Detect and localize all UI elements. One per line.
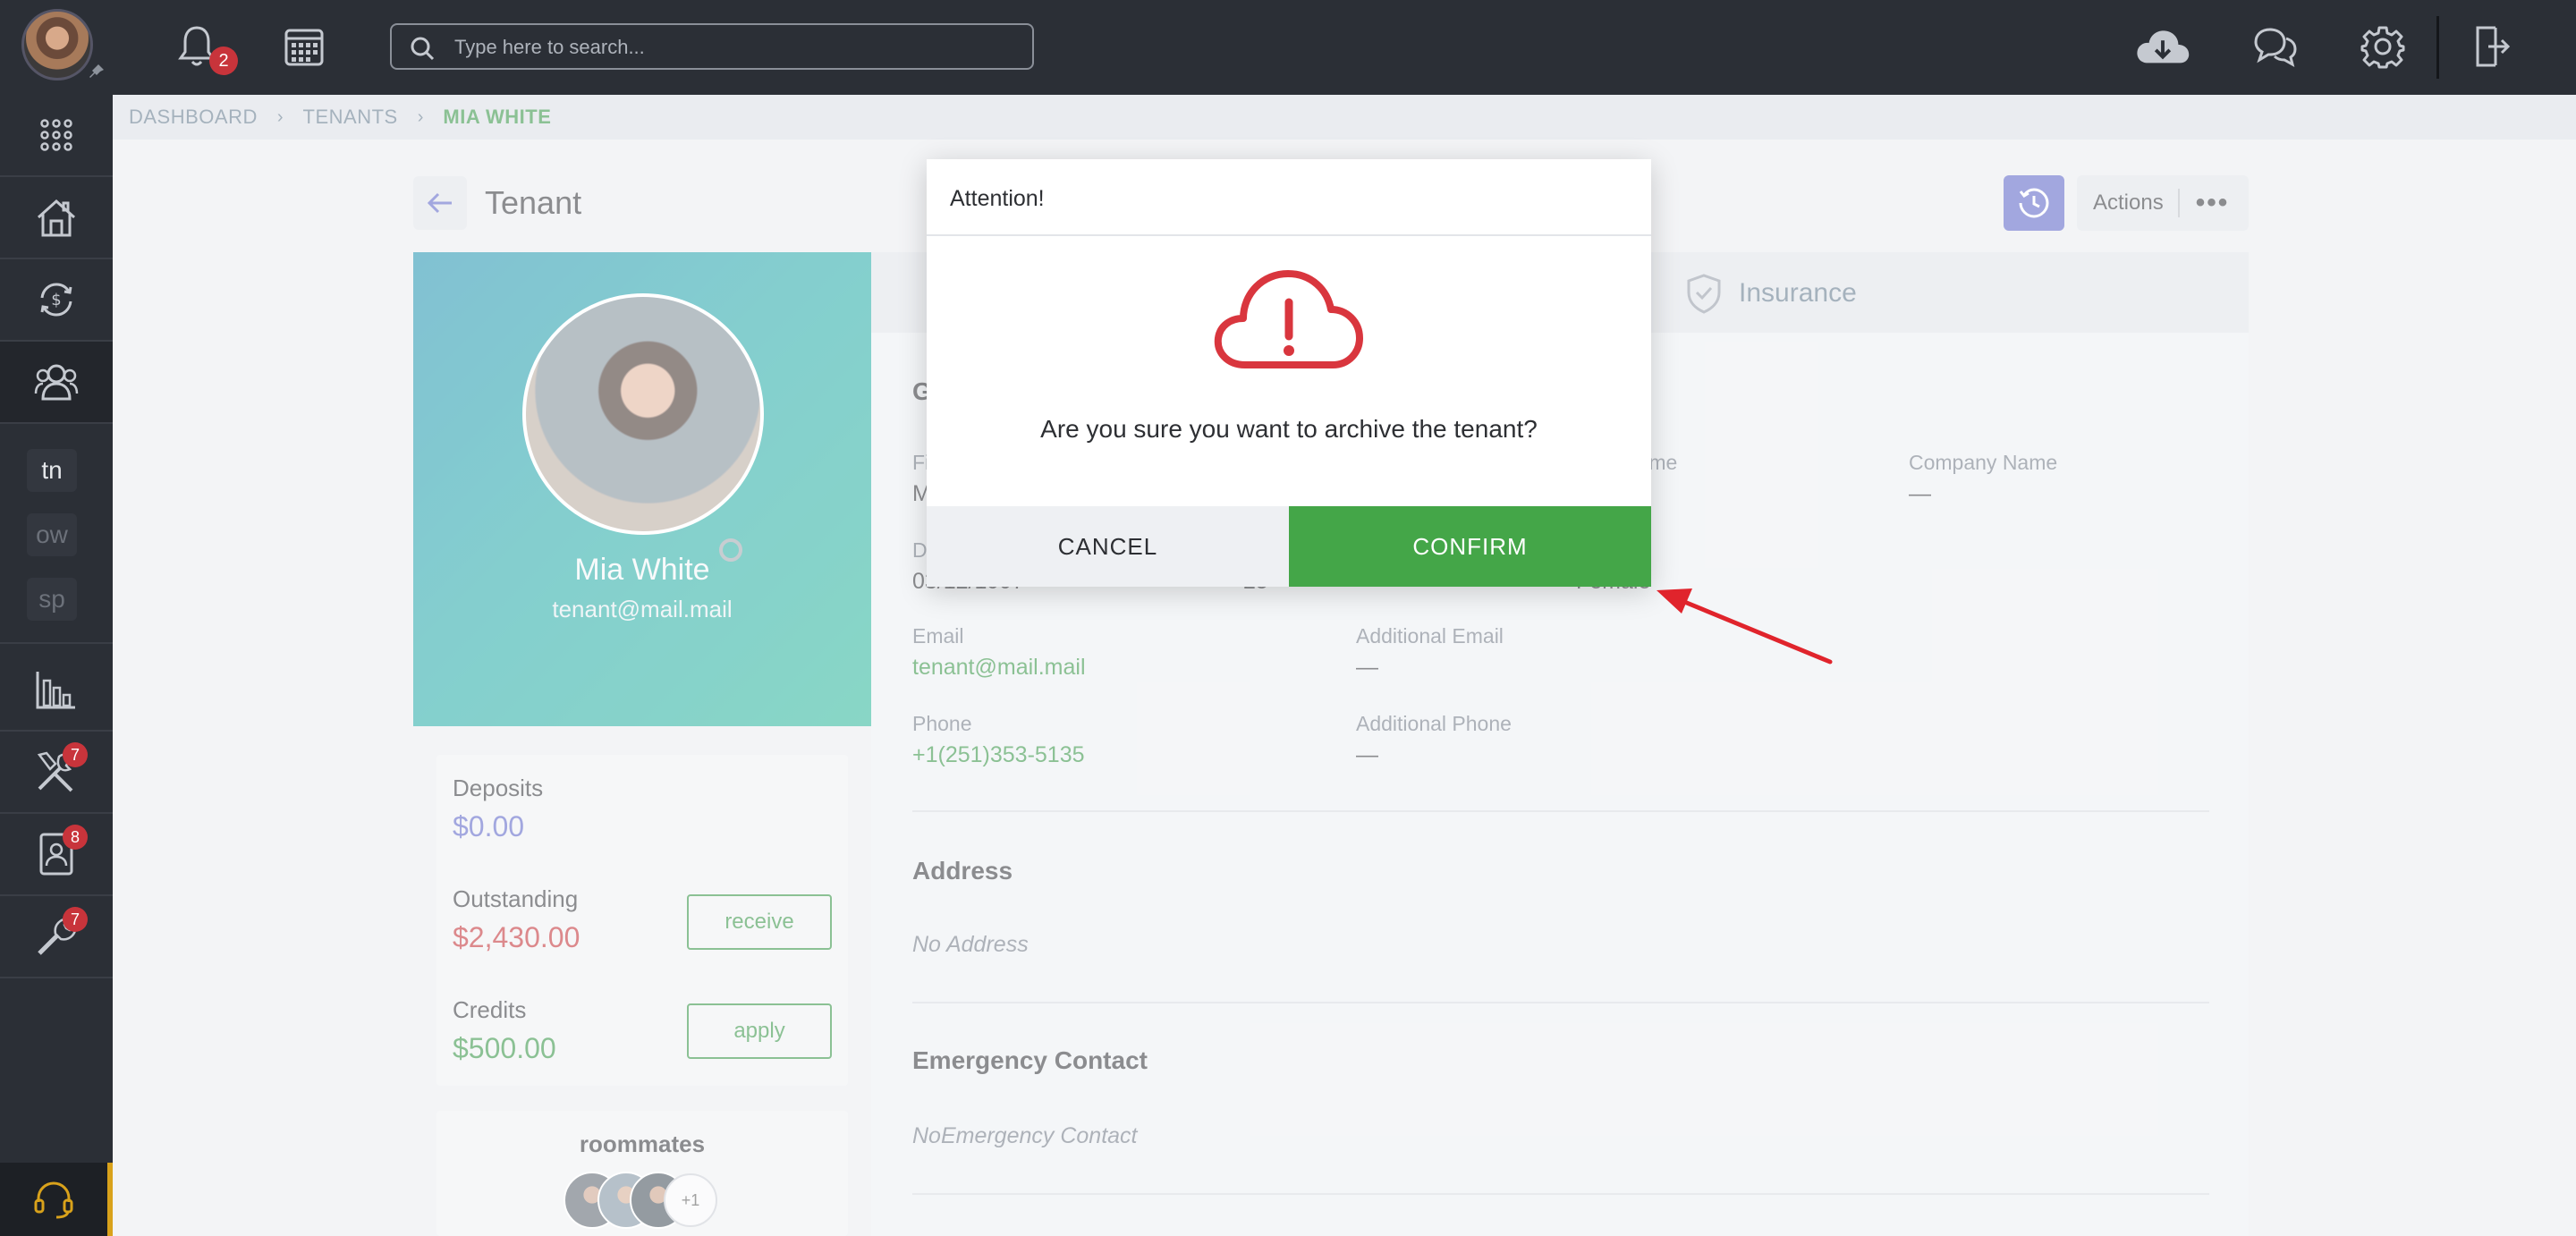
chat-icon	[2254, 28, 2297, 67]
cancel-button[interactable]: CANCEL	[927, 506, 1289, 587]
notifications-button[interactable]: 2	[170, 20, 238, 75]
sidebar-item-reports[interactable]	[0, 649, 113, 730]
svg-text:$: $	[51, 291, 61, 309]
settings-button[interactable]	[2356, 20, 2410, 73]
search-box[interactable]	[390, 23, 1034, 70]
topbar-divider	[2436, 16, 2439, 79]
maintenance-badge: 7	[63, 742, 88, 767]
sidebar-item-contacts[interactable]: 8	[0, 814, 113, 894]
top-bar: 2	[0, 0, 2576, 95]
annotation-arrow	[1657, 588, 1833, 665]
confirm-dialog: Attention! Are you sure you want to arch…	[927, 159, 1651, 587]
vendors-badge: 7	[63, 907, 88, 932]
calendar-button[interactable]	[277, 20, 331, 73]
sidebar-item-vendors[interactable]: 7	[0, 896, 113, 977]
calendar-icon	[284, 29, 324, 66]
dialog-title: Attention!	[950, 186, 1045, 211]
cloud-alert-icon	[1214, 270, 1363, 368]
sidebar-item-tn[interactable]: tn	[27, 449, 77, 492]
sidebar-item-maintenance[interactable]: 7	[0, 732, 113, 812]
users-icon	[34, 364, 79, 401]
left-sidebar: $ tn ow sp 7 8 7	[0, 95, 113, 1236]
search-input[interactable]	[454, 32, 1009, 63]
bar-chart-icon	[36, 672, 75, 709]
logout-icon	[2476, 26, 2511, 67]
logout-button[interactable]	[2465, 20, 2519, 73]
chat-button[interactable]	[2249, 20, 2302, 73]
search-icon	[411, 37, 435, 61]
download-button[interactable]	[2134, 20, 2191, 73]
user-avatar[interactable]	[21, 9, 93, 80]
sidebar-item-sp[interactable]: sp	[27, 578, 77, 621]
gear-icon	[2360, 26, 2405, 69]
sidebar-item-transactions[interactable]: $	[0, 259, 113, 340]
dialog-message: Are you sure you want to archive the ten…	[1040, 415, 1538, 443]
sidebar-item-properties[interactable]	[0, 177, 113, 258]
contacts-badge: 8	[63, 825, 88, 850]
sidebar-item-apps[interactable]	[0, 95, 113, 175]
notifications-badge: 2	[209, 47, 238, 75]
sidebar-item-ow[interactable]: ow	[27, 513, 77, 556]
headset-icon	[34, 1181, 73, 1219]
pin-icon	[89, 64, 104, 78]
apps-grid-icon	[40, 119, 72, 151]
confirm-button[interactable]: CONFIRM	[1289, 506, 1651, 587]
dollar-cycle-icon: $	[40, 283, 72, 317]
sidebar-item-tenants[interactable]	[0, 342, 113, 422]
support-button[interactable]	[0, 1163, 113, 1236]
cloud-download-icon	[2137, 30, 2190, 63]
house-icon	[37, 199, 76, 237]
